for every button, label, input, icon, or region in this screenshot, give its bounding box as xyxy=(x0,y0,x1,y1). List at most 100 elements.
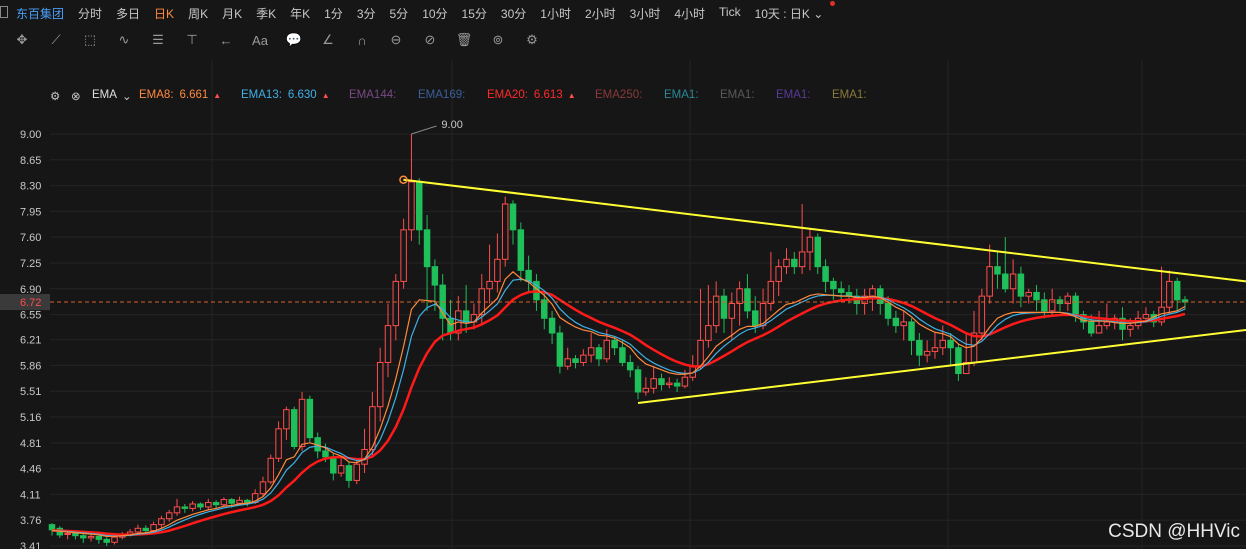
y-tick-label: 8.30 xyxy=(20,181,41,193)
candle-up xyxy=(189,503,196,509)
legend-label: EMA169: xyxy=(418,89,466,101)
candle-up xyxy=(705,325,712,341)
candle-down xyxy=(994,266,1001,275)
ema-legend: ⚙ ⊗ EMA ⌄ EMA8: 6.661 ▲ EMA13: 6.630 ▲ EMA144:… xyxy=(0,86,1000,104)
legend-item-7: EMA1: xyxy=(720,89,755,101)
candle-down xyxy=(48,524,56,531)
y-tick-label: 4.46 xyxy=(20,464,41,476)
candle-down xyxy=(447,317,454,334)
legend-label: EMA1: xyxy=(832,89,867,101)
candle-up xyxy=(1103,321,1111,327)
legend-item-5: EMA250: xyxy=(595,89,642,101)
candle-down xyxy=(548,317,556,334)
legend-label: EMA1: xyxy=(664,89,699,101)
candlestick-chart[interactable]: 9.00 8.65 8.30 7.95 7.60 7.25 6.90 6.55 6.21 5.86… xyxy=(0,0,1246,549)
y-tick-label: 3.76 xyxy=(20,515,41,527)
legend-label: EMA8: xyxy=(139,89,174,101)
candle-up xyxy=(494,258,501,282)
candle-up xyxy=(1127,325,1134,330)
candle-up xyxy=(869,288,876,297)
legend-label: EMA1: xyxy=(720,89,755,101)
candle-up xyxy=(564,358,571,367)
candle-down xyxy=(1041,299,1048,312)
candle-up xyxy=(1166,280,1173,308)
candle-down xyxy=(556,332,564,367)
candle-up xyxy=(806,236,814,253)
candle-up xyxy=(501,203,509,260)
candle-up xyxy=(1048,299,1056,312)
indicator-chevron-icon[interactable]: ⌄ xyxy=(122,89,132,103)
candle-down xyxy=(595,347,603,360)
y-tick-label: 5.51 xyxy=(20,386,41,398)
candle-up xyxy=(400,229,407,282)
y-tick-label: 6.21 xyxy=(20,335,41,347)
candle-up xyxy=(87,535,95,539)
legend-item-6: EMA1: xyxy=(664,89,699,101)
candle-up xyxy=(1009,273,1017,290)
legend-label: EMA13: xyxy=(241,89,282,101)
candle-down xyxy=(791,258,798,268)
y-tick-label: 7.25 xyxy=(20,258,41,270)
candle-up xyxy=(384,325,392,363)
candle-down xyxy=(884,303,892,319)
candle-up xyxy=(158,518,165,526)
candle-down xyxy=(877,288,884,305)
candle-up xyxy=(681,376,689,387)
high-annotation-leader xyxy=(411,125,437,135)
candle-down xyxy=(751,310,759,327)
candle-down xyxy=(415,181,423,231)
candle-down xyxy=(197,503,204,508)
candle-down xyxy=(611,339,618,349)
candle-up xyxy=(783,258,790,268)
candle-up xyxy=(1095,325,1103,334)
legend-item-3: EMA169: xyxy=(418,89,465,101)
ema13-line xyxy=(51,278,1186,537)
legend-item-8: EMA1: xyxy=(776,89,811,101)
candle-up xyxy=(165,512,173,520)
candle-up xyxy=(736,288,743,305)
candle-down xyxy=(955,347,962,375)
candle-down xyxy=(95,535,103,540)
candle-up xyxy=(712,295,720,327)
candle-up xyxy=(111,536,118,543)
candle-down xyxy=(634,369,642,393)
y-tick-label: 9.00 xyxy=(20,129,41,141)
candle-up xyxy=(775,266,782,282)
candle-down xyxy=(1087,321,1095,334)
candle-up xyxy=(580,354,587,363)
candle-up xyxy=(666,382,673,386)
legend-label: EMA1: xyxy=(776,89,811,101)
candle-up xyxy=(376,361,384,408)
candle-up xyxy=(408,181,415,231)
candle-down xyxy=(423,229,431,268)
candle-down xyxy=(142,527,150,532)
candle-down xyxy=(1017,273,1025,297)
indicator-close-icon[interactable]: ⊗ xyxy=(71,89,81,103)
candle-up xyxy=(486,280,493,290)
y-tick-label: 6.55 xyxy=(20,310,41,322)
legend-trend-icon: ▲ xyxy=(567,91,576,100)
candle-down xyxy=(228,499,235,504)
legend-label: EMA144: xyxy=(349,89,397,101)
legend-value: 6.630 xyxy=(287,89,317,101)
candle-down xyxy=(1173,280,1181,301)
indicator-name[interactable]: EMA xyxy=(92,89,117,101)
candle-down xyxy=(814,236,822,268)
current-price-label: 6.72 xyxy=(20,297,41,309)
legend-label: EMA20: xyxy=(487,89,528,101)
candle-up xyxy=(587,347,595,356)
candle-down xyxy=(626,361,634,371)
candle-down xyxy=(572,358,579,363)
candle-down xyxy=(837,288,845,293)
candle-up xyxy=(236,499,243,504)
legend-item-0: EMA8: 6.661 ▲ xyxy=(139,89,221,101)
candle-down xyxy=(830,280,837,290)
legend-value: 6.613 xyxy=(533,89,563,101)
legend-item-1: EMA13: 6.630 ▲ xyxy=(241,89,330,101)
indicator-settings-icon[interactable]: ⚙ xyxy=(50,89,60,103)
y-tick-label: 4.81 xyxy=(20,438,41,450)
candle-up xyxy=(64,532,71,535)
candle-up xyxy=(939,339,947,349)
candle-down xyxy=(80,535,87,539)
candle-up xyxy=(798,251,806,268)
